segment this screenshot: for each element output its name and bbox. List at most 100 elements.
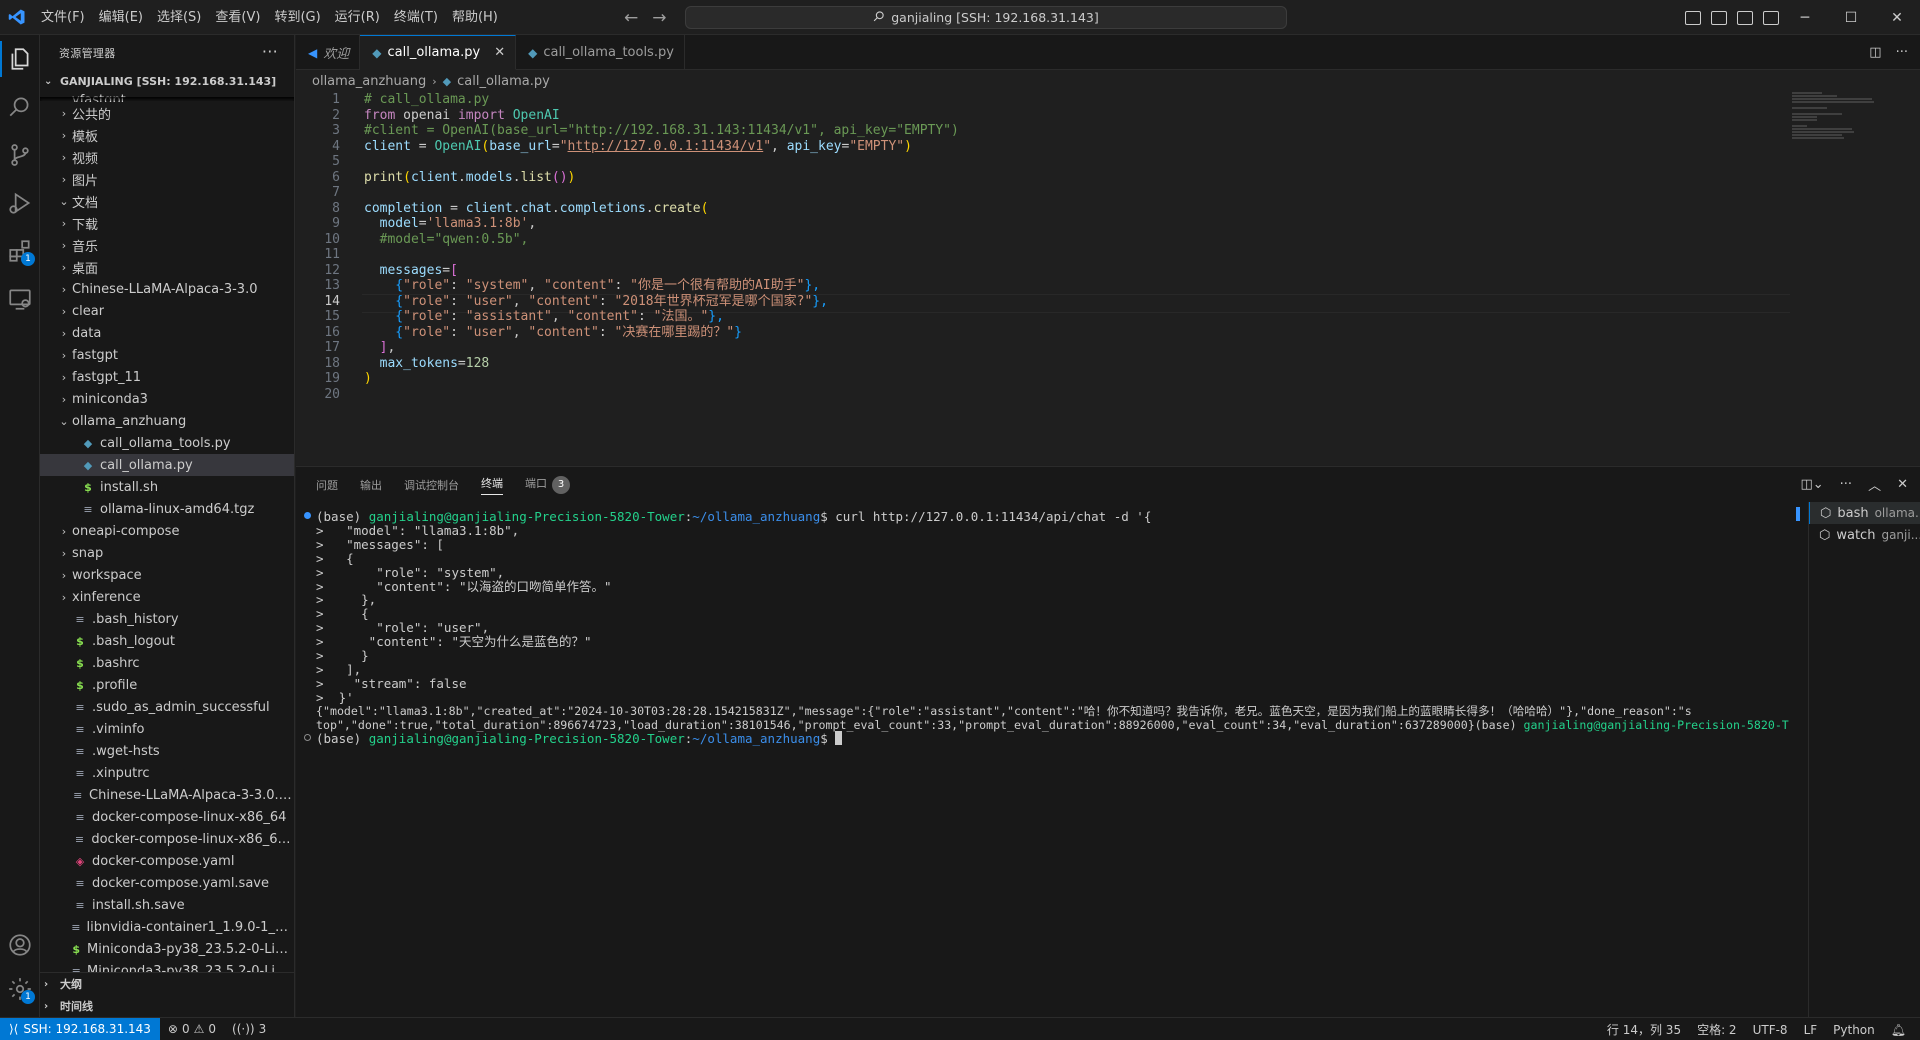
minimize-icon[interactable]: ─ xyxy=(1782,0,1828,35)
forward-arrow-icon[interactable]: → xyxy=(652,8,666,28)
encoding[interactable]: UTF-8 xyxy=(1745,1023,1796,1037)
extensions-icon[interactable]: 1 xyxy=(0,229,40,273)
tree-file[interactable]: ≡ install.sh.save xyxy=(40,894,294,916)
tree-folder[interactable]: › snap xyxy=(40,542,294,564)
tree-file[interactable]: $ Miniconda3-py38_23.5.2-0-Linux-x8... xyxy=(40,938,294,960)
tree-file[interactable]: ≡ .bash_history xyxy=(40,608,294,630)
code-editor[interactable]: 1 # call_ollama.py 2 from openai import Ope… xyxy=(296,92,1920,465)
tree-folder[interactable]: ⌄ ollama_anzhuang xyxy=(40,410,294,432)
toggle-primary-sidebar-icon[interactable] xyxy=(1685,10,1701,25)
tree-file[interactable]: ≡ .wget-hsts xyxy=(40,740,294,762)
outline-section[interactable]: › 大纲 xyxy=(40,973,294,995)
more-actions-icon[interactable]: ··· xyxy=(1896,45,1908,60)
tree-folder[interactable]: › 图片 xyxy=(40,168,294,190)
tree-file[interactable]: ≡ Chinese-LLaMA-Alpaca-3-3.0.tar.gz xyxy=(40,784,294,806)
terminal-output[interactable]: (base) ganjialing@ganjialing-Precision-5… xyxy=(296,502,1801,1018)
tree-file[interactable]: ≡ docker-compose.yaml.save xyxy=(40,872,294,894)
remote-indicator[interactable]: ⟩⟨ SSH: 192.168.31.143 xyxy=(0,1017,160,1040)
tree-folder[interactable]: › workspace xyxy=(40,564,294,586)
tree-file[interactable]: ◆ call_ollama_tools.py xyxy=(40,432,294,454)
tab-debug-console[interactable]: 调试控制台 xyxy=(404,477,459,493)
tree-file[interactable]: ◈ docker-compose.yaml xyxy=(40,850,294,872)
close-window-icon[interactable]: ✕ xyxy=(1874,0,1920,35)
minimap[interactable] xyxy=(1792,92,1882,152)
tree-file[interactable]: ≡ .viminfo xyxy=(40,718,294,740)
tree-file[interactable]: ◆ call_ollama.py xyxy=(40,454,294,476)
command-center[interactable]: ganjialing [SSH: 192.168.31.143] xyxy=(685,6,1287,29)
problems-status[interactable]: ⊗ 0 ⚠ 0 xyxy=(160,1022,224,1036)
tree-folder[interactable]: › miniconda3 xyxy=(40,388,294,410)
language-mode[interactable]: Python xyxy=(1825,1023,1883,1037)
tree-folder[interactable]: › data xyxy=(40,322,294,344)
tree-folder[interactable]: › fastgpt xyxy=(40,344,294,366)
ports-status[interactable]: ((·)) 3 xyxy=(224,1022,274,1036)
tree-file[interactable]: $ .bashrc xyxy=(40,652,294,674)
tree-folder[interactable]: › clear xyxy=(40,300,294,322)
menu-view[interactable]: 查看(V) xyxy=(208,0,267,35)
tree-folder[interactable]: › 模板 xyxy=(40,124,294,146)
remote-explorer-icon[interactable] xyxy=(0,277,40,321)
menu-edit[interactable]: 编辑(E) xyxy=(92,0,150,35)
maximize-panel-icon[interactable]: ︿ xyxy=(1868,475,1881,494)
accounts-icon[interactable] xyxy=(0,923,40,967)
settings-gear-icon[interactable]: 1 xyxy=(0,967,40,1011)
explorer-icon[interactable] xyxy=(0,37,40,81)
tree-folder[interactable]: › 下载 xyxy=(40,212,294,234)
more-actions-icon[interactable]: ··· xyxy=(262,42,278,61)
tree-file[interactable]: ≡ ollama-linux-amd64.tgz xyxy=(40,498,294,520)
cursor-position[interactable]: 行 14，列 35 xyxy=(1599,1021,1689,1038)
menu-run[interactable]: 运行(R) xyxy=(328,0,387,35)
breadcrumb-folder[interactable]: ollama_anzhuang xyxy=(312,74,426,89)
maximize-icon[interactable]: ☐ xyxy=(1828,0,1874,35)
tab-call-ollama[interactable]: ◆ call_ollama.py ✕ xyxy=(360,35,517,70)
tree-file[interactable]: ≡ docker-compose-linux-x86_64.1 xyxy=(40,828,294,850)
back-arrow-icon[interactable]: ← xyxy=(624,8,638,28)
tree-folder[interactable]: › 音乐 xyxy=(40,234,294,256)
search-activity-icon[interactable] xyxy=(0,85,40,129)
tree-file[interactable]: $ .bash_logout xyxy=(40,630,294,652)
more-actions-icon[interactable]: ··· xyxy=(1840,477,1852,492)
toggle-secondary-sidebar-icon[interactable] xyxy=(1737,10,1753,25)
tree-file[interactable]: ≡ docker-compose-linux-x86_64 xyxy=(40,806,294,828)
terminal-item-bash[interactable]: ⬡ bash ollama... xyxy=(1809,502,1920,524)
tab-ports[interactable]: 端口 3 xyxy=(525,475,570,494)
timeline-section[interactable]: › 时间线 xyxy=(40,995,294,1017)
tab-problems[interactable]: 问题 xyxy=(316,477,338,493)
tree-folder[interactable]: › fastgpt_11 xyxy=(40,366,294,388)
menu-help[interactable]: 帮助(H) xyxy=(445,0,505,35)
menu-file[interactable]: 文件(F) xyxy=(34,0,92,35)
close-panel-icon[interactable]: ✕ xyxy=(1897,477,1908,492)
tree-folder[interactable]: › 公共的 xyxy=(40,102,294,124)
menu-terminal[interactable]: 终端(T) xyxy=(387,0,445,35)
tree-folder[interactable]: › 视频 xyxy=(40,146,294,168)
tab-welcome[interactable]: ◀ 欢迎 xyxy=(296,35,361,70)
breadcrumb-file[interactable]: call_ollama.py xyxy=(457,74,550,89)
command-decoration-success[interactable] xyxy=(304,512,311,519)
tree-folder[interactable]: › Chinese-LLaMA-Alpaca-3-3.0 xyxy=(40,278,294,300)
indentation[interactable]: 空格: 2 xyxy=(1689,1021,1745,1038)
workspace-root[interactable]: ⌄ GANJIALING [SSH: 192.168.31.143] xyxy=(40,70,294,92)
terminal-item-watch[interactable]: ⬡ watch ganji... xyxy=(1809,524,1920,546)
close-tab-icon[interactable]: ✕ xyxy=(494,45,505,60)
run-debug-icon[interactable] xyxy=(0,181,40,225)
tree-folder[interactable]: › 桌面 xyxy=(40,256,294,278)
tab-output[interactable]: 输出 xyxy=(360,477,382,493)
split-terminal-icon[interactable]: ◫⌄ xyxy=(1800,477,1823,492)
notifications-bell-icon[interactable]: 🔔︎ xyxy=(1883,1023,1914,1037)
tab-terminal[interactable]: 终端 xyxy=(481,475,503,495)
customize-layout-icon[interactable] xyxy=(1763,10,1779,25)
tree-file[interactable]: $ .profile xyxy=(40,674,294,696)
source-control-icon[interactable] xyxy=(0,133,40,177)
menu-go[interactable]: 转到(G) xyxy=(267,0,327,35)
tree-folder[interactable]: › xinference xyxy=(40,586,294,608)
tree-file[interactable]: $ install.sh xyxy=(40,476,294,498)
split-editor-icon[interactable]: ◫ xyxy=(1869,45,1881,60)
tab-call-ollama-tools[interactable]: ◆ call_ollama_tools.py xyxy=(516,35,685,70)
end-of-line[interactable]: LF xyxy=(1796,1023,1826,1037)
toggle-panel-icon[interactable] xyxy=(1711,10,1727,25)
command-decoration-pending[interactable] xyxy=(304,734,311,742)
tree-file[interactable]: ≡ .xinputrc xyxy=(40,762,294,784)
tree-folder[interactable]: ⌄ 文档 xyxy=(40,190,294,212)
tree-file[interactable]: ≡ libnvidia-container1_1.9.0-1_amd64.... xyxy=(40,916,294,938)
tree-folder[interactable]: › oneapi-compose xyxy=(40,520,294,542)
